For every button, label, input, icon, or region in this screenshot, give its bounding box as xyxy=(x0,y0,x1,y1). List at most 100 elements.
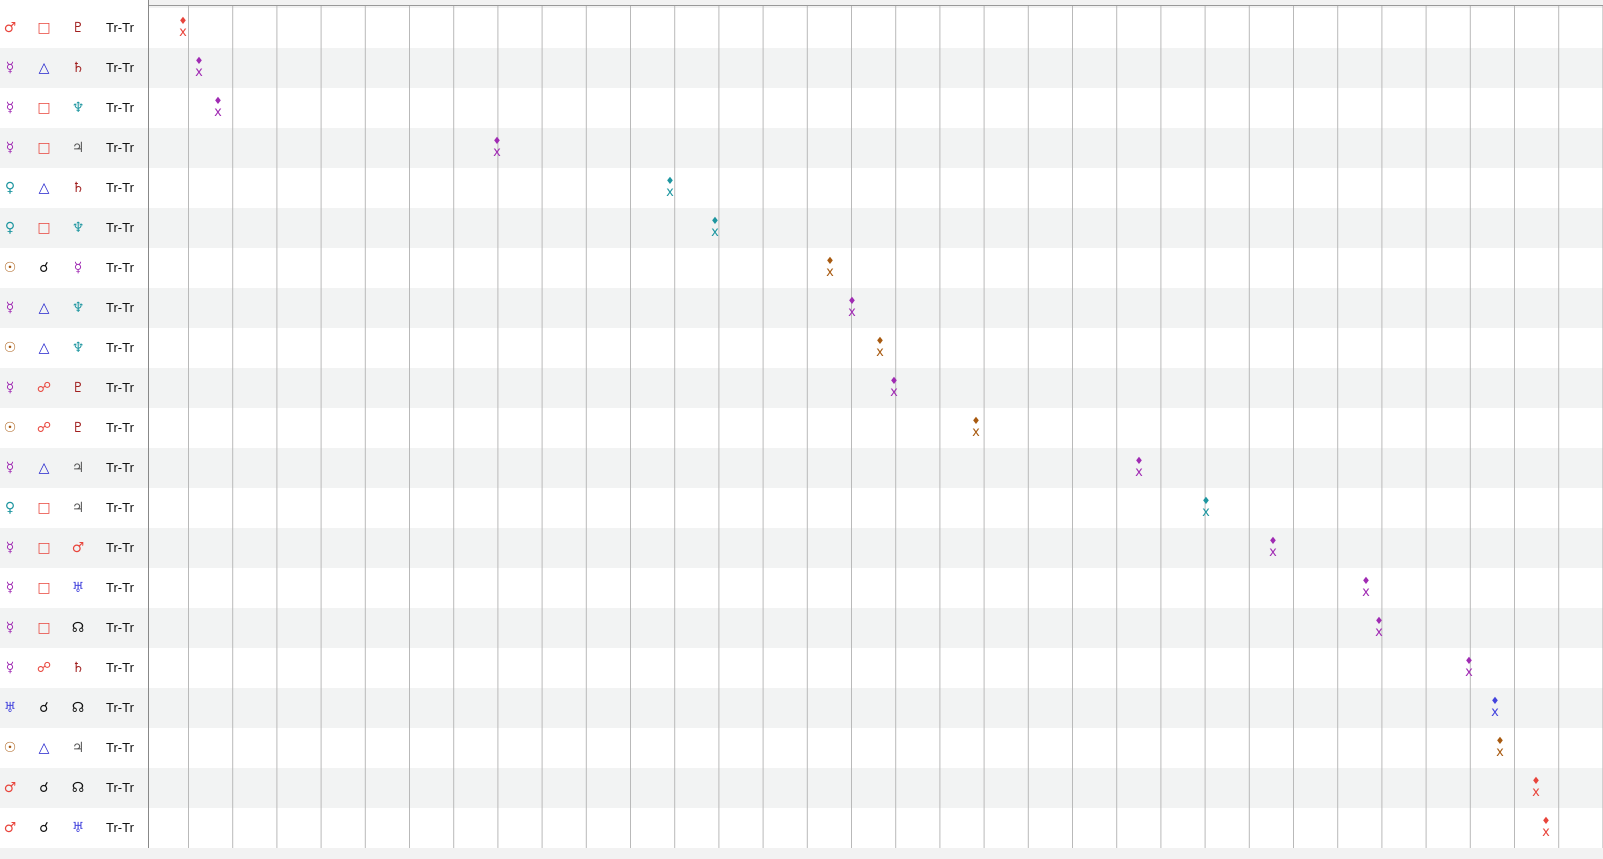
aspect-type-label: Tr-Tr xyxy=(106,540,134,555)
conjunction-icon: ☌ xyxy=(39,700,49,716)
conjunction-icon: ☌ xyxy=(39,260,49,276)
mercury-icon: ☿ xyxy=(5,60,15,76)
aspect-type-label: Tr-Tr xyxy=(106,820,134,835)
x-mark: x xyxy=(1202,505,1210,520)
aspect-type-label: Tr-Tr xyxy=(106,740,134,755)
timeline-row xyxy=(148,448,1603,488)
aspect-type-label: Tr-Tr xyxy=(106,300,134,315)
aspect-row[interactable]: ☉ ☌ ☿ Tr-Tr xyxy=(0,248,148,288)
exact-aspect-marker[interactable]: ♦ x xyxy=(1493,737,1507,760)
aspect-type-label: Tr-Tr xyxy=(106,260,134,275)
aspect-row[interactable]: ♂ ☌ ☊ Tr-Tr xyxy=(0,768,148,808)
exact-aspect-marker[interactable]: ♦ x xyxy=(845,297,859,320)
exact-aspect-marker[interactable]: ♦ x xyxy=(1372,617,1386,640)
aspect-row[interactable]: ♀ □ ♆ Tr-Tr xyxy=(0,208,148,248)
exact-aspect-marker[interactable]: ♦ x xyxy=(1132,457,1146,480)
exact-aspect-marker[interactable]: ♦ x xyxy=(211,97,225,120)
exact-aspect-marker[interactable]: ♦ x xyxy=(823,257,837,280)
neptune-icon: ♆ xyxy=(71,100,85,116)
node-icon: ☊ xyxy=(71,700,85,716)
x-mark: x xyxy=(1269,545,1277,560)
square-icon: □ xyxy=(37,220,51,236)
aspect-row[interactable]: ♀ △ ♄ Tr-Tr xyxy=(0,168,148,208)
aspect-type-label: Tr-Tr xyxy=(106,580,134,595)
square-icon: □ xyxy=(37,540,51,556)
exact-aspect-marker[interactable]: ♦ x xyxy=(1359,577,1373,600)
aspect-row[interactable]: ☉ △ ♆ Tr-Tr xyxy=(0,328,148,368)
square-icon: □ xyxy=(37,100,51,116)
exact-aspect-marker[interactable]: ♦ x xyxy=(1462,657,1476,680)
exact-aspect-marker[interactable]: ♦ x xyxy=(1199,497,1213,520)
trine-icon: △ xyxy=(38,340,50,356)
exact-aspect-marker[interactable]: ♦ x xyxy=(663,177,677,200)
exact-aspect-marker[interactable]: ♦ x xyxy=(1529,777,1543,800)
aspect-type-label: Tr-Tr xyxy=(106,620,134,635)
aspect-row[interactable]: ☿ □ ♆ Tr-Tr xyxy=(0,88,148,128)
x-mark: x xyxy=(848,305,856,320)
aspect-row[interactable]: ☿ □ ♂ Tr-Tr xyxy=(0,528,148,568)
timeline-row xyxy=(148,408,1603,448)
exact-aspect-marker[interactable]: ♦ x xyxy=(1539,817,1553,840)
aspect-type-label: Tr-Tr xyxy=(106,420,134,435)
aspect-row[interactable]: ☿ △ ♆ Tr-Tr xyxy=(0,288,148,328)
saturn-icon: ♄ xyxy=(71,60,85,76)
aspect-row[interactable]: ☉ ☍ ♇ Tr-Tr xyxy=(0,408,148,448)
x-mark: x xyxy=(179,25,187,40)
sun-icon: ☉ xyxy=(3,740,17,756)
exact-aspect-marker[interactable]: ♦ x xyxy=(1266,537,1280,560)
mercury-icon: ☿ xyxy=(5,380,15,396)
aspect-row[interactable]: ♂ ☌ ♅ Tr-Tr xyxy=(0,808,148,848)
exact-aspect-marker[interactable]: ♦ x xyxy=(176,17,190,40)
aspect-row[interactable]: ☿ □ ☊ Tr-Tr xyxy=(0,608,148,648)
mars-icon: ♂ xyxy=(3,20,17,36)
timeline-header-border xyxy=(148,0,1603,6)
x-mark: x xyxy=(1375,625,1383,640)
mercury-icon: ☿ xyxy=(73,260,83,276)
exact-aspect-marker[interactable]: ♦ x xyxy=(1488,697,1502,720)
pluto-icon: ♇ xyxy=(71,380,85,396)
pluto-icon: ♇ xyxy=(71,20,85,36)
node-icon: ☊ xyxy=(71,620,85,636)
timeline-row xyxy=(148,48,1603,88)
mercury-icon: ☿ xyxy=(5,300,15,316)
timeline-row xyxy=(148,768,1603,808)
aspect-type-label: Tr-Tr xyxy=(106,700,134,715)
conjunction-icon: ☌ xyxy=(39,820,49,836)
mars-icon: ♂ xyxy=(3,780,17,796)
exact-aspect-marker[interactable]: ♦ x xyxy=(192,57,206,80)
exact-aspect-marker[interactable]: ♦ x xyxy=(708,217,722,240)
aspect-type-label: Tr-Tr xyxy=(106,20,134,35)
trine-icon: △ xyxy=(38,740,50,756)
uranus-icon: ♅ xyxy=(71,580,85,596)
exact-aspect-marker[interactable]: ♦ x xyxy=(490,137,504,160)
sun-icon: ☉ xyxy=(3,420,17,436)
x-mark: x xyxy=(1135,465,1143,480)
aspect-row[interactable]: ☿ △ ♃ Tr-Tr xyxy=(0,448,148,488)
aspect-row[interactable]: ☿ ☍ ♄ Tr-Tr xyxy=(0,648,148,688)
mars-icon: ♂ xyxy=(3,820,17,836)
aspect-row[interactable]: ☿ □ ♅ Tr-Tr xyxy=(0,568,148,608)
aspect-row[interactable]: ☿ ☍ ♇ Tr-Tr xyxy=(0,368,148,408)
opposition-icon: ☍ xyxy=(36,660,52,676)
saturn-icon: ♄ xyxy=(71,660,85,676)
exact-aspect-marker[interactable]: ♦ x xyxy=(887,377,901,400)
timeline-row xyxy=(148,8,1603,48)
aspect-row[interactable]: ♂ □ ♇ Tr-Tr xyxy=(0,8,148,48)
aspect-row[interactable]: ☿ △ ♄ Tr-Tr xyxy=(0,48,148,88)
aspect-row[interactable]: ♀ □ ♃ Tr-Tr xyxy=(0,488,148,528)
saturn-icon: ♄ xyxy=(71,180,85,196)
aspect-row[interactable]: ☿ □ ♃ Tr-Tr xyxy=(0,128,148,168)
timeline-row xyxy=(148,808,1603,848)
aspect-row[interactable]: ♅ ☌ ☊ Tr-Tr xyxy=(0,688,148,728)
x-mark: x xyxy=(1362,585,1370,600)
x-mark: x xyxy=(666,185,674,200)
aspect-type-label: Tr-Tr xyxy=(106,460,134,475)
exact-aspect-marker[interactable]: ♦ x xyxy=(969,417,983,440)
exact-aspect-marker[interactable]: ♦ x xyxy=(873,337,887,360)
opposition-icon: ☍ xyxy=(36,380,52,396)
x-mark: x xyxy=(876,345,884,360)
aspect-type-label: Tr-Tr xyxy=(106,660,134,675)
x-mark: x xyxy=(972,425,980,440)
jupiter-icon: ♃ xyxy=(71,460,85,476)
aspect-row[interactable]: ☉ △ ♃ Tr-Tr xyxy=(0,728,148,768)
